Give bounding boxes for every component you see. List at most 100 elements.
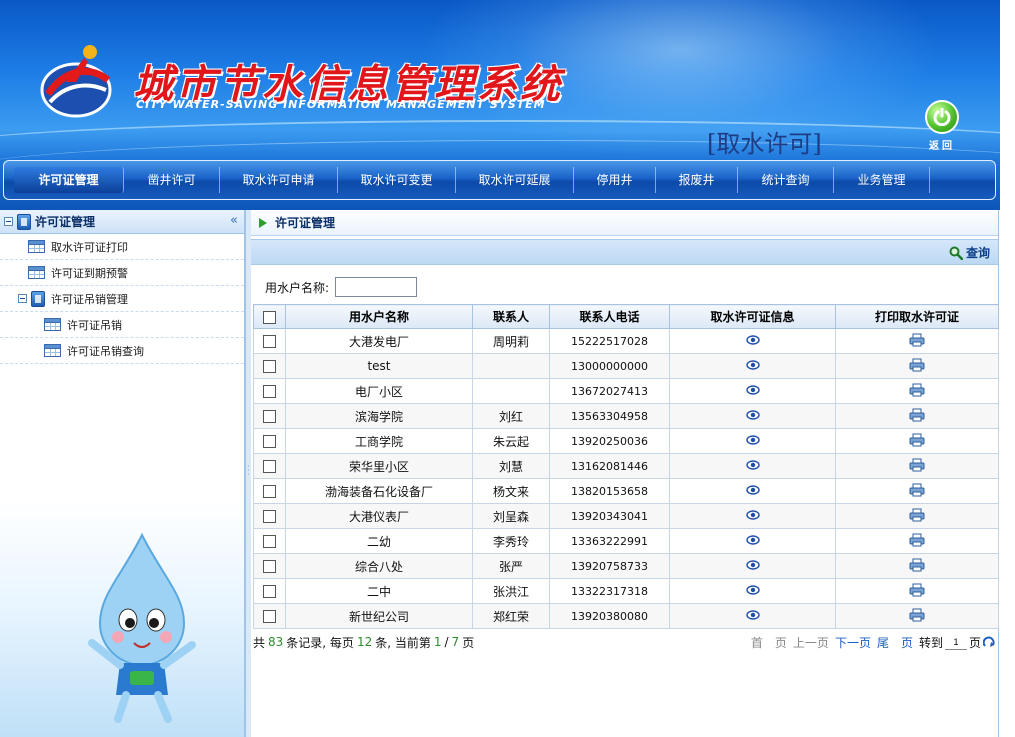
select-all-checkbox[interactable] <box>263 310 276 324</box>
view-eye-icon[interactable] <box>745 484 760 498</box>
system-logo <box>36 38 116 120</box>
table-row[interactable]: 新世纪公司 郑红荣 13920380080 <box>253 603 999 629</box>
row-checkbox[interactable] <box>263 435 276 448</box>
sidebar-item-expiry-warning[interactable]: 许可证到期预警 <box>0 260 244 286</box>
column-header[interactable]: 取水许可证信息 <box>669 304 836 329</box>
printer-icon[interactable] <box>909 458 925 475</box>
water-user-name-cell: 大港仪表厂 <box>285 503 473 529</box>
row-checkbox[interactable] <box>263 585 276 598</box>
table-row[interactable]: 大港发电厂 周明莉 15222517028 <box>253 328 999 354</box>
row-checkbox[interactable] <box>263 510 276 523</box>
view-eye-icon[interactable] <box>745 359 760 373</box>
nav-item-business-management[interactable]: 业务管理 <box>834 167 930 193</box>
view-eye-icon[interactable] <box>745 459 760 473</box>
printer-icon[interactable] <box>909 433 925 450</box>
nav-item-statistics-query[interactable]: 统计查询 <box>738 167 834 193</box>
row-select-cell <box>253 403 286 429</box>
printer-icon[interactable] <box>909 333 925 350</box>
printer-icon[interactable] <box>909 558 925 575</box>
table-row[interactable]: 工商学院 朱云起 13920250036 <box>253 428 999 454</box>
column-header[interactable]: 打印取水许可证 <box>835 304 999 329</box>
row-checkbox[interactable] <box>263 385 276 398</box>
phone-cell: 13322317318 <box>549 578 670 604</box>
sidebar-item-label: 许可证吊销查询 <box>67 344 144 358</box>
row-checkbox[interactable] <box>263 485 276 498</box>
go-arrow-icon[interactable] <box>983 636 996 649</box>
last-page-link[interactable]: 尾 页 <box>877 634 913 651</box>
column-header[interactable]: 用水户名称 <box>285 304 473 329</box>
table-row[interactable]: 二幼 李秀玲 13363222991 <box>253 528 999 554</box>
row-checkbox[interactable] <box>263 335 276 348</box>
table-row[interactable]: 二中 张洪江 13322317318 <box>253 578 999 604</box>
contact-cell: 郑红荣 <box>472 603 550 629</box>
printer-icon[interactable] <box>909 358 925 375</box>
goto-page-input[interactable] <box>944 635 967 650</box>
sidebar-item-license-print[interactable]: 取水许可证打印 <box>0 234 244 260</box>
row-checkbox[interactable] <box>263 360 276 373</box>
next-page-link[interactable]: 下一页 <box>835 634 871 651</box>
printer-icon[interactable] <box>909 533 925 550</box>
collapse-tree-icon[interactable] <box>18 294 27 303</box>
printer-icon[interactable] <box>909 383 925 400</box>
water-user-name-cell: 综合八处 <box>285 553 473 579</box>
table-row[interactable]: 渤海装备石化设备厂 杨文来 13820153658 <box>253 478 999 504</box>
search-button[interactable]: 查询 <box>949 244 990 261</box>
contact-cell: 张严 <box>472 553 550 579</box>
sidebar-item-revocation-query[interactable]: 许可证吊销查询 <box>0 338 244 364</box>
nav-item-water-permit-application[interactable]: 取水许可申请 <box>220 167 338 193</box>
license-info-cell <box>669 478 836 504</box>
prev-page-link[interactable]: 上一页 <box>793 634 829 651</box>
view-eye-icon[interactable] <box>745 334 760 348</box>
table-row[interactable]: 滨海学院 刘红 13563304958 <box>253 403 999 429</box>
view-eye-icon[interactable] <box>745 534 760 548</box>
row-checkbox[interactable] <box>263 610 276 623</box>
back-button[interactable]: 返回 <box>921 100 963 152</box>
collapse-sidebar-icon[interactable]: « <box>230 213 238 228</box>
view-eye-icon[interactable] <box>745 509 760 523</box>
nav-item-disabled-wells[interactable]: 停用井 <box>574 167 656 193</box>
table-row[interactable]: 电厂小区 13672027413 <box>253 378 999 404</box>
phone-cell: 13920758733 <box>549 553 670 579</box>
sidebar-item-revocation-management[interactable]: 许可证吊销管理 <box>0 286 244 312</box>
sidebar-header[interactable]: 许可证管理 « <box>0 210 244 234</box>
grip-icon[interactable]: · · · <box>247 463 250 479</box>
printer-icon[interactable] <box>909 608 925 625</box>
table-row[interactable]: 综合八处 张严 13920758733 <box>253 553 999 579</box>
row-checkbox[interactable] <box>263 460 276 473</box>
printer-icon[interactable] <box>909 408 925 425</box>
sidebar-item-revocation[interactable]: 许可证吊销 <box>0 312 244 338</box>
collapse-tree-icon[interactable] <box>4 217 13 226</box>
view-eye-icon[interactable] <box>745 584 760 598</box>
print-license-cell <box>835 578 999 604</box>
column-header[interactable]: 联系人电话 <box>549 304 670 329</box>
view-eye-icon[interactable] <box>745 609 760 623</box>
table-row[interactable]: 大港仪表厂 刘呈森 13920343041 <box>253 503 999 529</box>
printer-icon[interactable] <box>909 483 925 500</box>
water-user-name-input[interactable] <box>335 277 418 297</box>
table-row[interactable]: test 13000000000 <box>253 353 999 379</box>
first-page-link[interactable]: 首 页 <box>751 634 787 651</box>
nav-item-license-management[interactable]: 许可证管理 <box>14 167 124 193</box>
table-row[interactable]: 荣华里小区 刘慧 13162081446 <box>253 453 999 479</box>
main-nav: 许可证管理 凿井许可 取水许可申请 取水许可变更 取水许可延展 停用井 报废井 … <box>3 160 996 200</box>
water-user-name-cell: 新世纪公司 <box>285 603 473 629</box>
row-checkbox[interactable] <box>263 560 276 573</box>
view-eye-icon[interactable] <box>745 434 760 448</box>
printer-icon[interactable] <box>909 508 925 525</box>
contact-cell: 张洪江 <box>472 578 550 604</box>
nav-item-well-drilling-permit[interactable]: 凿井许可 <box>124 167 220 193</box>
water-user-name-cell: 大港发电厂 <box>285 328 473 354</box>
table-icon <box>28 266 45 279</box>
phone-cell: 15222517028 <box>549 328 670 354</box>
nav-item-water-permit-extension[interactable]: 取水许可延展 <box>456 167 574 193</box>
row-checkbox[interactable] <box>263 535 276 548</box>
row-checkbox[interactable] <box>263 410 276 423</box>
view-eye-icon[interactable] <box>745 384 760 398</box>
view-eye-icon[interactable] <box>745 409 760 423</box>
nav-item-water-permit-change[interactable]: 取水许可变更 <box>338 167 456 193</box>
nav-item-scrapped-wells[interactable]: 报废井 <box>656 167 738 193</box>
printer-icon[interactable] <box>909 583 925 600</box>
search-icon <box>949 246 963 260</box>
view-eye-icon[interactable] <box>745 559 760 573</box>
column-header[interactable]: 联系人 <box>472 304 550 329</box>
